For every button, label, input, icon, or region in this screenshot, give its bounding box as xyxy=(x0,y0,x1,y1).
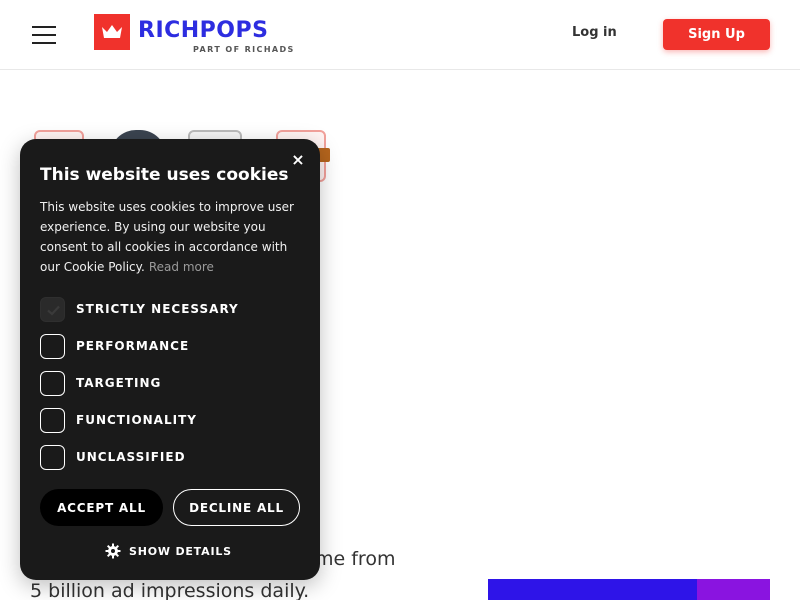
hero-description-line: me from xyxy=(315,548,396,570)
promo-banner-accent[interactable] xyxy=(697,579,770,600)
login-link[interactable]: Log in xyxy=(572,25,617,40)
cookie-option-unclassified: UNCLASSIFIED xyxy=(40,445,300,471)
option-label: UNCLASSIFIED xyxy=(76,450,186,464)
accept-all-button[interactable]: ACCEPT ALL xyxy=(40,489,163,526)
checkbox-functionality[interactable] xyxy=(40,408,65,433)
option-label: PERFORMANCE xyxy=(76,339,190,353)
site-header: RICHPOPS PART OF RICHADS Log in Sign Up xyxy=(0,0,800,70)
option-label: STRICTLY NECESSARY xyxy=(76,302,239,316)
logo-subtitle: PART OF RICHADS xyxy=(193,45,295,54)
checkbox-targeting[interactable] xyxy=(40,371,65,396)
cookie-dialog-title: This website uses cookies xyxy=(40,165,289,185)
cookie-option-targeting: TARGETING xyxy=(40,371,300,397)
crown-icon xyxy=(94,14,130,50)
richpops-logo[interactable]: RICHPOPS PART OF RICHADS xyxy=(94,14,314,56)
cookie-option-functionality: FUNCTIONALITY xyxy=(40,408,300,434)
decline-all-button[interactable]: DECLINE ALL xyxy=(173,489,300,526)
checkbox-strictly-necessary xyxy=(40,297,65,322)
option-label: TARGETING xyxy=(76,376,162,390)
checkmark-icon xyxy=(47,305,60,316)
hamburger-menu-icon[interactable] xyxy=(32,26,56,44)
promo-banner[interactable] xyxy=(488,579,697,600)
checkbox-unclassified[interactable] xyxy=(40,445,65,470)
close-icon[interactable]: × xyxy=(289,151,307,169)
read-more-link[interactable]: Read more xyxy=(149,260,214,274)
cookie-option-strictly-necessary: STRICTLY NECESSARY xyxy=(40,297,300,323)
signup-button[interactable]: Sign Up xyxy=(663,19,770,50)
option-label: FUNCTIONALITY xyxy=(76,413,197,427)
checkbox-performance[interactable] xyxy=(40,334,65,359)
cookie-dialog-body: This website uses cookies to improve use… xyxy=(40,197,306,277)
hero-description-line: 5 billion ad impressions daily. xyxy=(30,580,310,600)
cookie-consent-dialog: × This website uses cookies This website… xyxy=(20,139,320,580)
gear-icon xyxy=(105,543,121,559)
cookie-option-performance: PERFORMANCE xyxy=(40,334,300,360)
show-details-label: SHOW DETAILS xyxy=(129,545,232,558)
logo-wordmark: RICHPOPS xyxy=(138,18,269,43)
